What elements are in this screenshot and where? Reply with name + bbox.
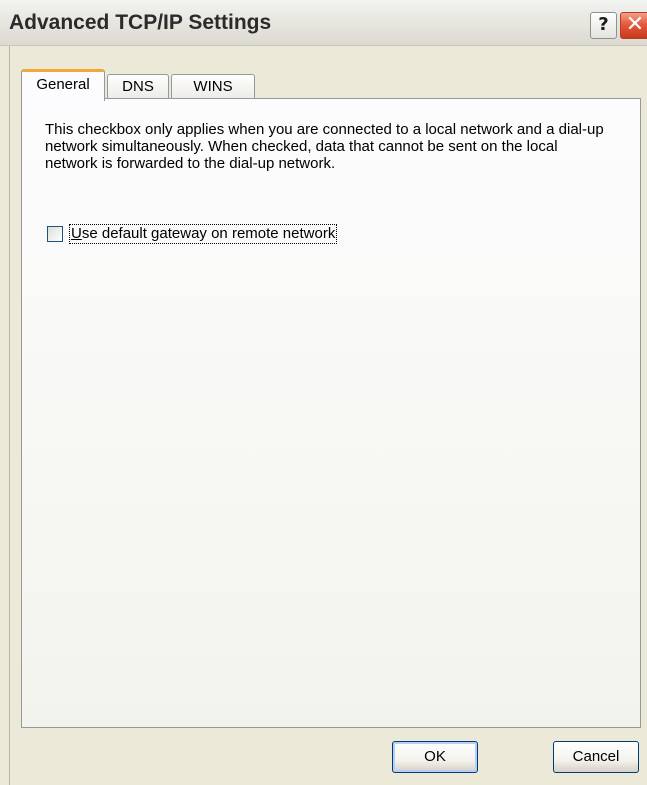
cancel-button[interactable]: Cancel <box>553 741 639 773</box>
gateway-description: This checkbox only applies when you are … <box>45 121 604 172</box>
default-gateway-checkbox[interactable] <box>47 226 63 242</box>
default-gateway-label[interactable]: Use default gateway on remote network <box>69 224 338 244</box>
help-button[interactable]: ? <box>590 12 617 39</box>
checkbox-label-text: se default gateway on remote network <box>81 225 336 242</box>
window-title: Advanced TCP/IP Settings <box>9 11 272 34</box>
tab-dns[interactable]: DNS <box>107 74 169 99</box>
tab-wins[interactable]: WINS <box>171 74 255 99</box>
mnemonic-letter: U <box>71 225 82 242</box>
title-bar[interactable]: Advanced TCP/IP Settings ? ✕ <box>0 0 647 46</box>
help-icon: ? <box>598 14 609 35</box>
tab-general[interactable]: General <box>21 69 105 101</box>
window-left-border <box>0 46 10 785</box>
close-button[interactable]: ✕ <box>620 12 647 39</box>
advanced-tcpip-dialog: Advanced TCP/IP Settings ? ✕ General DNS… <box>0 0 647 785</box>
ok-button[interactable]: OK <box>392 741 478 773</box>
close-icon: ✕ <box>625 12 645 37</box>
general-tab-panel: This checkbox only applies when you are … <box>21 98 641 728</box>
